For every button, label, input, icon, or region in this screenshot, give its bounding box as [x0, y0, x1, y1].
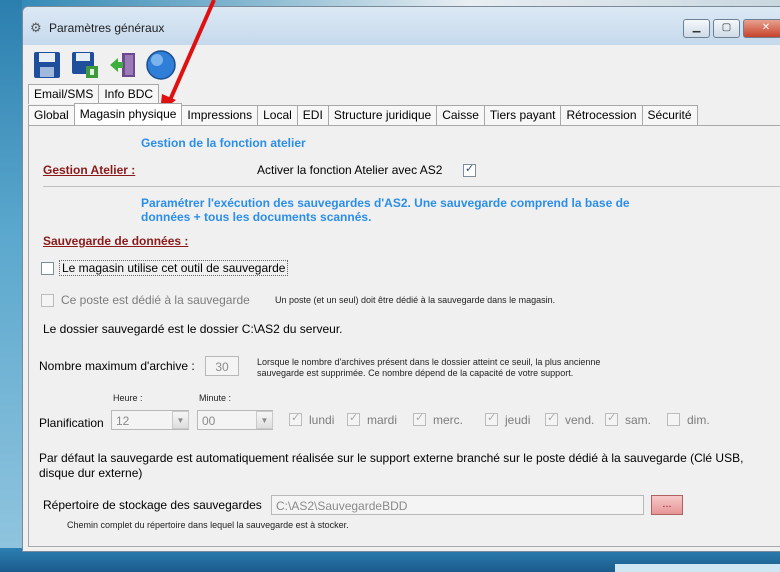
day-checkbox-mardi[interactable]	[347, 411, 360, 426]
hour-label: Heure :	[113, 393, 143, 403]
day-label-sam: sam.	[625, 413, 652, 427]
dedicated-station-label: Ce poste est dédié à la sauvegarde	[61, 293, 250, 307]
day-label-vend: vend.	[565, 413, 595, 427]
help-button[interactable]	[145, 49, 177, 81]
browse-button[interactable]: ...	[651, 495, 683, 515]
tab-edi[interactable]: EDI	[296, 105, 329, 125]
tab-tiers-payant[interactable]: Tiers payant	[483, 105, 562, 125]
atelier-enable-checkbox[interactable]	[463, 162, 476, 177]
close-button[interactable]: ✕	[743, 19, 780, 38]
storage-dir-note: Chemin complet du répertoire dans lequel…	[67, 520, 349, 530]
save-network-icon	[72, 52, 98, 78]
planning-label: Planification	[39, 416, 104, 430]
maximize-button[interactable]: ▢	[713, 19, 740, 38]
storage-dir-label: Répertoire de stockage des sauvegardes	[43, 498, 262, 512]
atelier-section-title: Gestion Atelier :	[43, 163, 136, 177]
tab-structure-juridique[interactable]: Structure juridique	[327, 105, 438, 125]
minute-label: Minute :	[199, 393, 232, 403]
day-checkbox-vend[interactable]	[545, 411, 558, 426]
tab-info-bdc[interactable]: Info BDC	[98, 84, 160, 104]
max-archive-note-line1: Lorsque le nombre d'archives présent dan…	[257, 357, 601, 367]
max-archive-note-line2: sauvegarde est supprimée. Ce nombre dépe…	[257, 368, 574, 378]
default-backup-info-line2: disque dur externe)	[39, 466, 143, 480]
window-title: Paramètres généraux	[49, 21, 165, 35]
atelier-header: Gestion de la fonction atelier	[141, 136, 306, 150]
tab-email-sms[interactable]: Email/SMS	[28, 84, 100, 104]
day-label-merc: merc.	[433, 413, 463, 427]
chevron-down-icon[interactable]: ▼	[256, 411, 273, 429]
gear-icon: ⚙	[30, 20, 42, 35]
settings-window: ⚙ Paramètres généraux ▁ ▢ ✕ Email/SMS In…	[22, 6, 780, 552]
magasin-physique-panel: Gestion de la fonction atelier Gestion A…	[28, 125, 780, 547]
day-label-lundi: lundi	[309, 413, 335, 427]
backup-folder-info: Le dossier sauvegardé est le dossier C:\…	[43, 322, 343, 336]
max-archive-input[interactable]: 30	[205, 356, 239, 376]
section-separator	[43, 186, 780, 187]
minimize-button[interactable]: ▁	[683, 19, 710, 38]
dedicated-station-checkbox[interactable]	[41, 294, 54, 307]
tab-global[interactable]: Global	[28, 105, 75, 125]
tab-impressions[interactable]: Impressions	[181, 105, 259, 125]
exit-door-icon	[110, 53, 135, 77]
title-bar[interactable]: ⚙ Paramètres généraux ▁ ▢ ✕	[23, 7, 780, 45]
storage-dir-input[interactable]: C:\AS2\SauvegardeBDD	[271, 495, 644, 515]
backup-section-title: Sauvegarde de données :	[43, 234, 189, 248]
backup-header-line1: Paramétrer l'exécution des sauvegardes d…	[141, 196, 630, 210]
day-checkbox-dim[interactable]	[667, 413, 680, 426]
dedicated-station-note: Un poste (et un seul) doit être dédié à …	[275, 295, 556, 305]
exit-button[interactable]	[107, 49, 139, 81]
save-button[interactable]	[31, 49, 63, 81]
tab-row-main: Global Magasin physique Impressions Loca…	[28, 103, 698, 125]
backup-header-line2: données + tous les documents scannés.	[141, 210, 372, 224]
save-icon	[34, 52, 60, 78]
help-globe-icon	[146, 50, 176, 80]
tab-row-top: Email/SMS Info BDC	[28, 84, 160, 104]
tab-local[interactable]: Local	[257, 105, 298, 125]
taskbar-glow	[615, 564, 780, 572]
day-checkbox-jeudi[interactable]	[485, 411, 498, 426]
toolbar	[31, 49, 177, 83]
tab-caisse[interactable]: Caisse	[436, 105, 485, 125]
tab-securite[interactable]: Sécurité	[641, 105, 698, 125]
tab-retrocession[interactable]: Rétrocession	[560, 105, 643, 125]
max-archive-label: Nombre maximum d'archive :	[39, 359, 195, 373]
chevron-down-icon[interactable]: ▼	[172, 411, 189, 429]
day-label-dim: dim.	[687, 413, 710, 427]
day-checkbox-merc[interactable]	[413, 411, 426, 426]
save-network-button[interactable]	[69, 49, 101, 81]
atelier-enable-label: Activer la fonction Atelier avec AS2	[257, 163, 443, 177]
day-checkbox-lundi[interactable]	[289, 411, 302, 426]
day-checkbox-sam[interactable]	[605, 411, 618, 426]
tab-magasin-physique[interactable]: Magasin physique	[73, 103, 183, 125]
desktop-background-left	[0, 0, 22, 572]
window-controls: ▁ ▢ ✕	[683, 19, 780, 38]
use-backup-tool-checkbox[interactable]	[41, 262, 54, 275]
use-backup-tool-label[interactable]: Le magasin utilise cet outil de sauvegar…	[59, 260, 289, 276]
day-label-mardi: mardi	[367, 413, 398, 427]
default-backup-info-line1: Par défaut la sauvegarde est automatique…	[39, 451, 744, 465]
day-label-jeudi: jeudi	[505, 413, 531, 427]
